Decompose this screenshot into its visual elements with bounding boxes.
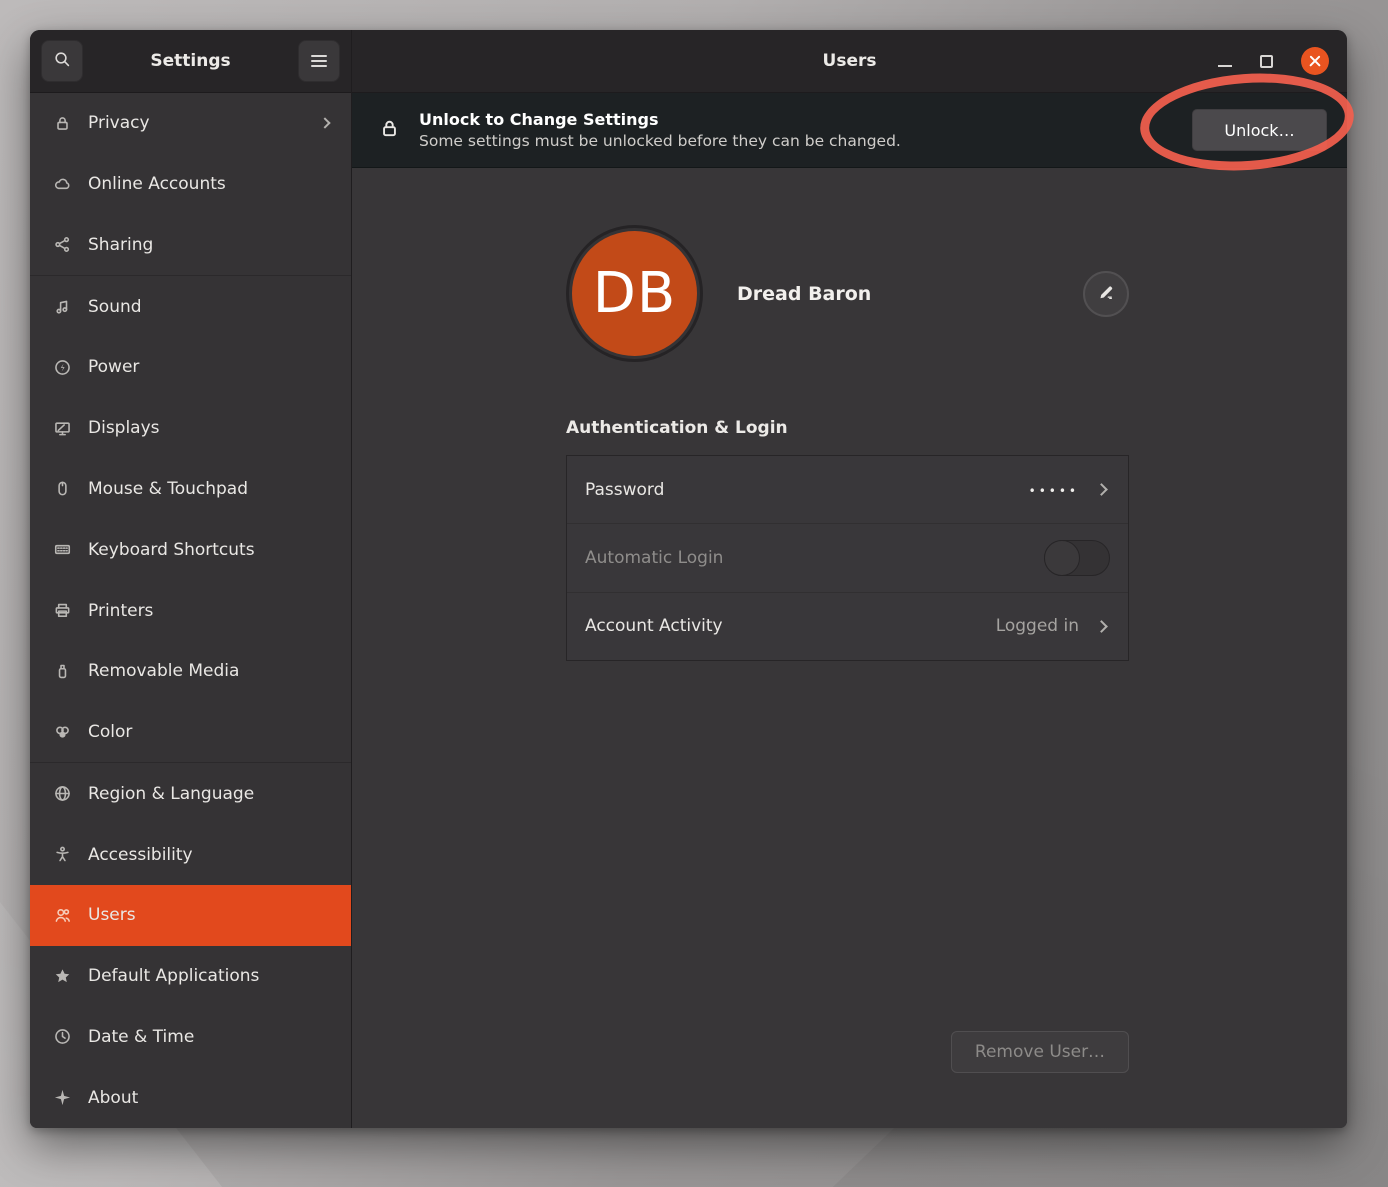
sidebar-item-label: Sound [88, 297, 142, 317]
search-button[interactable] [41, 40, 83, 82]
chevron-right-icon [319, 118, 330, 129]
mouse-icon [52, 479, 72, 499]
sidebar-item-label: Displays [88, 418, 160, 438]
password-label: Password [585, 480, 664, 500]
automatic-login-row: Automatic Login [567, 523, 1128, 591]
remove-user-button[interactable]: Remove User… [951, 1031, 1129, 1073]
window-controls [1218, 30, 1329, 92]
sidebar-item-label: Online Accounts [88, 174, 226, 194]
sidebar-item-label: About [88, 1088, 138, 1108]
sidebar-item-online-accounts[interactable]: Online Accounts [30, 154, 351, 215]
auth-login-list: Password ••••• Automatic Login Account A… [566, 455, 1129, 661]
banner-subtitle: Some settings must be unlocked before th… [419, 132, 901, 150]
sidebar-item-default-applications[interactable]: Default Applications [30, 946, 351, 1007]
section-title: Authentication & Login [566, 418, 788, 438]
maximize-button[interactable] [1260, 55, 1273, 68]
sidebar-title: Settings [150, 51, 230, 71]
unlock-button[interactable]: Unlock… [1192, 109, 1327, 151]
sidebar: Settings Privacy Online Accounts Sharing [30, 30, 352, 1128]
sidebar-item-label: Region & Language [88, 784, 254, 804]
menu-button[interactable] [298, 40, 340, 82]
sparkle-icon [52, 1088, 72, 1108]
monitor-icon [52, 418, 72, 438]
sidebar-item-keyboard-shortcuts[interactable]: Keyboard Shortcuts [30, 519, 351, 580]
sidebar-item-label: Power [88, 357, 139, 377]
music-note-icon [52, 297, 72, 317]
main-panel: Users Unlock to Change Settings Some set… [352, 30, 1347, 1128]
avatar-ring: DB [566, 225, 703, 362]
hamburger-icon [311, 55, 327, 67]
sidebar-item-label: Date & Time [88, 1027, 194, 1047]
users-icon [52, 905, 72, 925]
lock-icon [378, 117, 401, 144]
sidebar-item-displays[interactable]: Displays [30, 398, 351, 459]
sidebar-item-label: Default Applications [88, 966, 259, 986]
password-row[interactable]: Password ••••• [567, 456, 1128, 523]
account-activity-right: Logged in [996, 616, 1110, 636]
banner-title: Unlock to Change Settings [419, 110, 901, 129]
minimize-button[interactable] [1218, 65, 1232, 67]
toggle-knob [1044, 540, 1080, 576]
avatar[interactable]: DB [572, 231, 697, 356]
sidebar-item-label: Printers [88, 601, 153, 621]
sidebar-item-mouse-touchpad[interactable]: Mouse & Touchpad [30, 459, 351, 520]
account-activity-value: Logged in [996, 616, 1079, 636]
sidebar-item-label: Users [88, 905, 136, 925]
sidebar-item-label: Removable Media [88, 661, 239, 681]
sidebar-item-accessibility[interactable]: Accessibility [30, 824, 351, 885]
account-activity-label: Account Activity [585, 616, 723, 636]
titlebar: Users [352, 30, 1347, 93]
sidebar-item-label: Sharing [88, 235, 153, 255]
share-icon [52, 235, 72, 255]
search-icon [53, 50, 72, 73]
pencil-icon [1096, 282, 1116, 306]
automatic-login-label: Automatic Login [585, 548, 723, 568]
sidebar-item-color[interactable]: Color [30, 702, 351, 763]
user-row: DB Dread Baron [566, 223, 1129, 364]
sidebar-item-users[interactable]: Users [30, 885, 351, 946]
password-dots: ••••• [1029, 481, 1079, 498]
settings-window: Settings Privacy Online Accounts Sharing [30, 30, 1347, 1128]
account-activity-row[interactable]: Account Activity Logged in [567, 592, 1128, 660]
sidebar-list: Privacy Online Accounts Sharing Sound Po… [30, 93, 351, 1128]
banner-text: Unlock to Change Settings Some settings … [419, 110, 901, 150]
cloud-icon [52, 174, 72, 194]
sidebar-item-privacy[interactable]: Privacy [30, 93, 351, 154]
clock-icon [52, 1027, 72, 1047]
sidebar-item-label: Keyboard Shortcuts [88, 540, 255, 560]
sidebar-item-label: Privacy [88, 113, 150, 133]
keyboard-icon [52, 540, 72, 560]
lock-icon [52, 113, 72, 133]
printer-icon [52, 601, 72, 621]
users-panel-content: DB Dread Baron Authentication & Login Pa… [352, 168, 1347, 1128]
sidebar-item-date-time[interactable]: Date & Time [30, 1006, 351, 1067]
sidebar-header: Settings [30, 30, 351, 93]
automatic-login-toggle[interactable] [1044, 540, 1110, 576]
automatic-login-right [1044, 540, 1110, 576]
sidebar-item-label: Mouse & Touchpad [88, 479, 248, 499]
sidebar-item-label: Color [88, 722, 132, 742]
password-right: ••••• [1029, 481, 1110, 498]
window-title: Users [823, 51, 877, 71]
globe-icon [52, 784, 72, 804]
sidebar-item-label: Accessibility [88, 845, 193, 865]
chevron-right-icon [1095, 483, 1108, 496]
sidebar-item-power[interactable]: Power [30, 337, 351, 398]
unlock-banner: Unlock to Change Settings Some settings … [352, 93, 1347, 168]
sidebar-item-region-language[interactable]: Region & Language [30, 763, 351, 824]
chevron-right-icon [1095, 620, 1108, 633]
power-bolt-icon [52, 357, 72, 377]
close-button[interactable] [1301, 47, 1329, 75]
sidebar-item-removable-media[interactable]: Removable Media [30, 641, 351, 702]
accessibility-person-icon [52, 845, 72, 865]
edit-name-button[interactable] [1083, 271, 1129, 317]
color-circles-icon [52, 722, 72, 742]
flash-drive-icon [52, 661, 72, 681]
sidebar-item-about[interactable]: About [30, 1067, 351, 1128]
user-name: Dread Baron [737, 283, 871, 305]
sidebar-item-sharing[interactable]: Sharing [30, 215, 351, 276]
sidebar-item-printers[interactable]: Printers [30, 580, 351, 641]
sidebar-item-sound[interactable]: Sound [30, 276, 351, 337]
star-icon [52, 966, 72, 986]
